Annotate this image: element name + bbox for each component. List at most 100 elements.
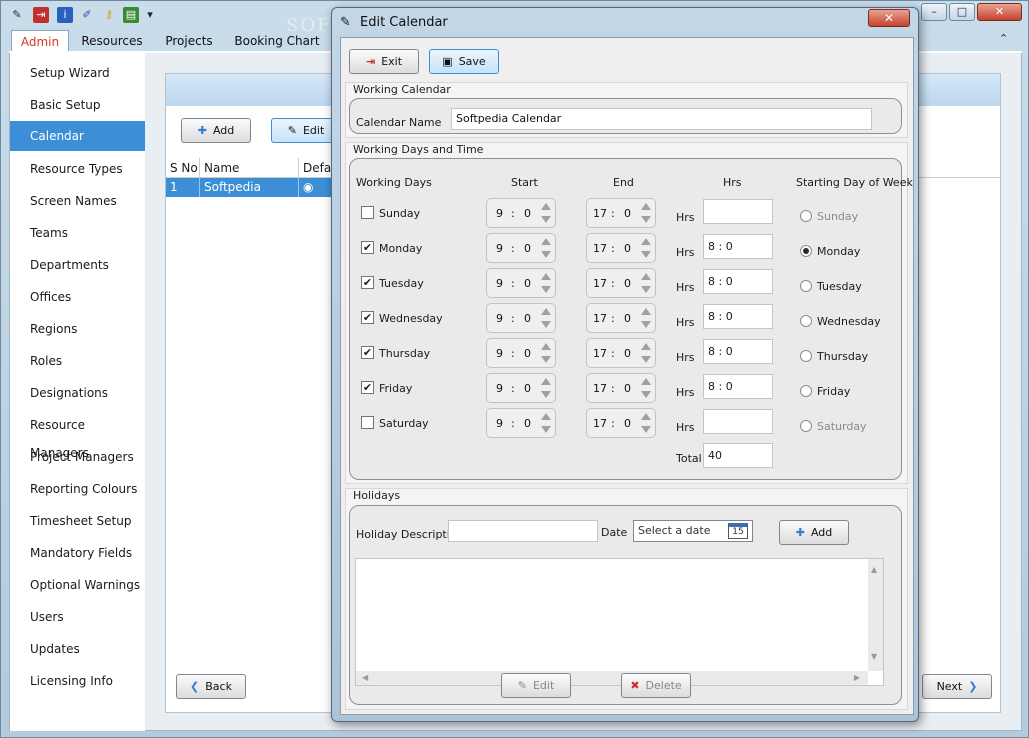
end-hour[interactable]: 17: [593, 312, 607, 325]
nav-item-regions[interactable]: Regions: [10, 315, 146, 343]
start-time-stepper[interactable]: 9 : 0: [486, 268, 556, 298]
end-minute[interactable]: 0: [624, 312, 631, 325]
nav-item-basic-setup[interactable]: Basic Setup: [10, 91, 146, 119]
end-hour[interactable]: 17: [593, 242, 607, 255]
start-time-stepper[interactable]: 9 : 0: [486, 338, 556, 368]
start-time-stepper[interactable]: 9 : 0: [486, 408, 556, 438]
spin-down-icon[interactable]: [641, 426, 651, 433]
nav-item-setup-wizard[interactable]: Setup Wizard: [10, 59, 146, 87]
spin-down-icon[interactable]: [541, 391, 551, 398]
spin-up-icon[interactable]: [641, 203, 651, 210]
start-time-stepper[interactable]: 9 : 0: [486, 198, 556, 228]
tab-booking-chart[interactable]: Booking Chart: [231, 30, 323, 52]
add-button[interactable]: ✚ Add: [181, 118, 251, 143]
spin-up-icon[interactable]: [541, 413, 551, 420]
start-hour[interactable]: 9: [496, 242, 503, 255]
spin-down-icon[interactable]: [541, 286, 551, 293]
day-checkbox[interactable]: ✔: [361, 276, 374, 289]
end-hour[interactable]: 17: [593, 347, 607, 360]
start-time-stepper[interactable]: 9 : 0: [486, 303, 556, 333]
nav-item-roles[interactable]: Roles: [10, 347, 146, 375]
holiday-description-input[interactable]: [448, 520, 598, 542]
nav-item-project-managers[interactable]: Project Managers: [10, 443, 146, 471]
end-time-stepper[interactable]: 17 : 0: [586, 408, 656, 438]
start-hour[interactable]: 9: [496, 417, 503, 430]
spin-up-icon[interactable]: [641, 343, 651, 350]
pin-icon[interactable]: ✎: [9, 7, 25, 23]
back-button[interactable]: ❮ Back: [176, 674, 246, 699]
chart-icon[interactable]: ▤: [123, 7, 139, 23]
start-minute[interactable]: 0: [524, 417, 531, 430]
spin-up-icon[interactable]: [641, 308, 651, 315]
day-checkbox[interactable]: ✔: [361, 241, 374, 254]
end-time-stepper[interactable]: 17 : 0: [586, 373, 656, 403]
nav-item-mandatory-fields[interactable]: Mandatory Fields: [10, 539, 146, 567]
day-checkbox[interactable]: ✔: [361, 311, 374, 324]
default-radio-icon[interactable]: ◉: [299, 178, 333, 197]
end-time-stepper[interactable]: 17 : 0: [586, 233, 656, 263]
scroll-right-icon[interactable]: ▶: [854, 673, 860, 682]
end-hour[interactable]: 17: [593, 277, 607, 290]
end-minute[interactable]: 0: [624, 242, 631, 255]
edit-holiday-button[interactable]: ✎ Edit: [501, 673, 571, 698]
tab-admin[interactable]: Admin: [11, 30, 69, 52]
horizontal-scrollbar[interactable]: ◀ ▶: [356, 671, 868, 685]
starting-day-radio[interactable]: [800, 315, 812, 327]
nav-item-offices[interactable]: Offices: [10, 283, 146, 311]
end-time-stepper[interactable]: 17 : 0: [586, 303, 656, 333]
minimize-button[interactable]: –: [921, 3, 947, 21]
spin-down-icon[interactable]: [541, 251, 551, 258]
table-cell-sno[interactable]: 1: [166, 178, 200, 197]
end-time-stepper[interactable]: 17 : 0: [586, 268, 656, 298]
close-button[interactable]: ✕: [977, 3, 1022, 21]
nav-item-designations[interactable]: Designations: [10, 379, 146, 407]
nav-item-teams[interactable]: Teams: [10, 219, 146, 247]
maximize-button[interactable]: □: [949, 3, 975, 21]
start-minute[interactable]: 0: [524, 277, 531, 290]
start-hour[interactable]: 9: [496, 207, 503, 220]
nav-item-users[interactable]: Users: [10, 603, 146, 631]
ribbon-collapse-icon[interactable]: ⌃: [999, 32, 1008, 45]
spin-down-icon[interactable]: [641, 216, 651, 223]
nav-item-resource-managers[interactable]: Resource Managers: [10, 411, 146, 460]
scroll-down-icon[interactable]: ▼: [871, 652, 877, 661]
nav-item-reporting-colours[interactable]: Reporting Colours: [10, 475, 146, 503]
vertical-scrollbar[interactable]: ▲ ▼: [868, 559, 883, 671]
end-minute[interactable]: 0: [624, 207, 631, 220]
start-hour[interactable]: 9: [496, 347, 503, 360]
date-picker[interactable]: Select a date 15: [633, 520, 753, 542]
scroll-left-icon[interactable]: ◀: [362, 673, 368, 682]
day-checkbox[interactable]: [361, 206, 374, 219]
end-minute[interactable]: 0: [624, 277, 631, 290]
end-hour[interactable]: 17: [593, 207, 607, 220]
scroll-up-icon[interactable]: ▲: [871, 565, 877, 574]
end-minute[interactable]: 0: [624, 382, 631, 395]
end-time-stepper[interactable]: 17 : 0: [586, 338, 656, 368]
spin-up-icon[interactable]: [541, 273, 551, 280]
start-hour[interactable]: 9: [496, 312, 503, 325]
starting-day-radio[interactable]: [800, 350, 812, 362]
spin-down-icon[interactable]: [541, 216, 551, 223]
save-button[interactable]: ▣ Save: [429, 49, 499, 74]
starting-day-radio[interactable]: [800, 245, 812, 257]
spin-down-icon[interactable]: [541, 321, 551, 328]
start-minute[interactable]: 0: [524, 347, 531, 360]
nav-item-licensing-info[interactable]: Licensing Info: [10, 667, 146, 695]
spin-down-icon[interactable]: [541, 356, 551, 363]
info-icon[interactable]: i: [57, 7, 73, 23]
nav-item-departments[interactable]: Departments: [10, 251, 146, 279]
spin-down-icon[interactable]: [641, 286, 651, 293]
spin-up-icon[interactable]: [641, 238, 651, 245]
key-icon[interactable]: ⚷: [101, 7, 117, 23]
spin-up-icon[interactable]: [541, 343, 551, 350]
nav-item-timesheet-setup[interactable]: Timesheet Setup: [10, 507, 146, 535]
spin-up-icon[interactable]: [641, 413, 651, 420]
dropdown-icon[interactable]: ▾: [145, 7, 155, 23]
spin-up-icon[interactable]: [541, 378, 551, 385]
starting-day-radio[interactable]: [800, 210, 812, 222]
start-minute[interactable]: 0: [524, 382, 531, 395]
exit-button[interactable]: ⇥ Exit: [349, 49, 419, 74]
end-hour[interactable]: 17: [593, 417, 607, 430]
start-time-stepper[interactable]: 9 : 0: [486, 233, 556, 263]
nav-item-calendar[interactable]: Calendar: [10, 121, 154, 151]
